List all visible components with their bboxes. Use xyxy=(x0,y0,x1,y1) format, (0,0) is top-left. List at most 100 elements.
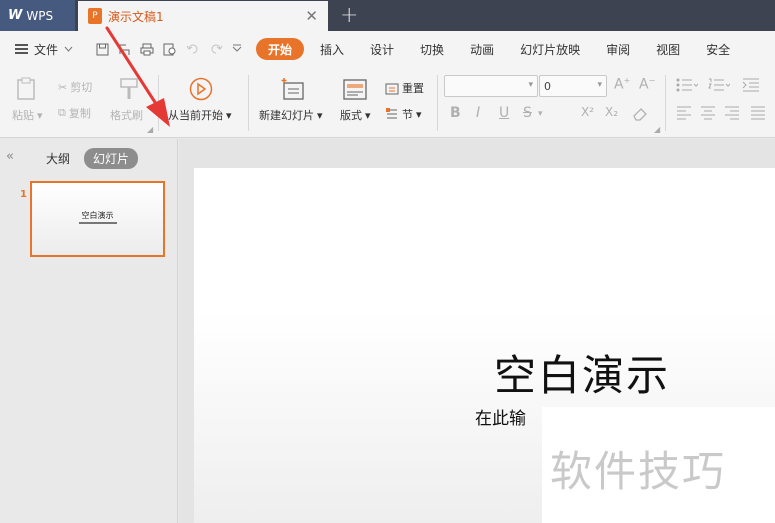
layout-icon xyxy=(343,79,367,100)
indent-icon[interactable] xyxy=(742,78,760,92)
chevron-down-icon: ▾ xyxy=(528,80,533,90)
undo-icon[interactable] xyxy=(186,43,200,55)
format-painter-label: 格式刷 xyxy=(110,109,143,122)
collapse-panel-icon[interactable]: « xyxy=(6,149,14,164)
decrease-font-icon[interactable]: A− xyxy=(639,76,655,93)
font-size-field[interactable]: 0 ▾ xyxy=(539,75,607,97)
menu-tab-review[interactable]: 审阅 xyxy=(596,38,640,60)
cut-button[interactable]: ✂ 剪切 xyxy=(58,79,92,95)
increase-font-icon[interactable]: A+ xyxy=(614,76,630,93)
chevron-down-icon[interactable]: ▾ xyxy=(538,109,543,119)
chevron-down-icon: ▾ xyxy=(317,108,323,122)
ribbon-divider xyxy=(248,75,249,131)
new-tab-icon[interactable]: + xyxy=(340,3,358,28)
menu-tab-design[interactable]: 设计 xyxy=(360,38,404,60)
align-left-icon[interactable] xyxy=(676,106,692,120)
menu-tab-animation[interactable]: 动画 xyxy=(460,38,504,60)
document-tab[interactable]: P 演示文稿1 ✕ xyxy=(78,1,328,31)
ribbon-divider xyxy=(665,75,666,131)
scissors-icon: ✂ xyxy=(58,80,68,94)
bullet-list-icon[interactable] xyxy=(676,78,698,92)
group-launcher-icon[interactable]: ◢ xyxy=(654,125,660,134)
file-menu-label: 文件 xyxy=(34,42,59,57)
eraser-icon[interactable] xyxy=(632,106,648,121)
play-from-current-button[interactable]: 从当前开始 ▾ xyxy=(168,107,232,123)
title-bar: W WPS P 演示文稿1 ✕ + xyxy=(0,0,775,31)
slide-subtitle[interactable]: 在此输 xyxy=(475,404,526,429)
layout-button[interactable]: 版式 ▾ xyxy=(340,107,371,123)
superscript-button[interactable]: X² xyxy=(581,105,594,119)
section-label: 节 xyxy=(402,108,413,121)
play-from-current-label: 从当前开始 xyxy=(168,109,223,122)
chevron-down-icon: ▾ xyxy=(416,107,422,121)
chevron-down-icon: ▾ xyxy=(226,108,232,122)
wps-home-tab[interactable]: W WPS xyxy=(0,0,75,31)
slide-title[interactable]: 空白演示 xyxy=(494,342,670,403)
document-tab-label: 演示文稿1 xyxy=(108,9,164,24)
hamburger-icon xyxy=(15,44,28,54)
ribbon-divider xyxy=(437,75,438,131)
new-slide-label: 新建幻灯片 xyxy=(259,109,314,122)
file-menu[interactable]: 文件 xyxy=(0,41,86,58)
strikethrough-button[interactable]: S xyxy=(523,105,532,121)
font-size-value: 0 xyxy=(544,79,551,93)
close-tab-icon[interactable]: ✕ xyxy=(305,7,318,25)
underline-button[interactable]: U xyxy=(499,105,509,121)
align-right-icon[interactable] xyxy=(724,106,740,120)
menu-tab-insert[interactable]: 插入 xyxy=(310,38,354,60)
italic-button[interactable]: I xyxy=(476,105,480,121)
tab-outline[interactable]: 大纲 xyxy=(46,150,70,167)
reset-label: 重置 xyxy=(402,82,424,95)
slide-navigation-panel: « 大纲 幻灯片 1 空白演示 xyxy=(0,139,178,523)
tab-slides[interactable]: 幻灯片 xyxy=(84,148,139,169)
menu-tab-transitions[interactable]: 切换 xyxy=(410,38,454,60)
presentation-doc-icon: P xyxy=(88,8,102,24)
cut-label: 剪切 xyxy=(70,81,93,94)
redo-icon[interactable] xyxy=(209,43,223,55)
save-icon[interactable] xyxy=(96,43,109,56)
numbered-list-icon[interactable] xyxy=(708,78,730,92)
section-button[interactable]: 节 ▾ xyxy=(385,106,422,122)
reset-icon xyxy=(385,83,399,94)
menu-tab-security[interactable]: 安全 xyxy=(696,38,740,60)
ribbon-toolbar: 粘贴 ▾ ✂ 剪切 ⧉ 复制 格式刷 ◢ 从当前开始 ▾ 新建幻灯片 ▾ 版式 ▾ 重置 节… xyxy=(0,67,775,138)
print-icon[interactable] xyxy=(140,43,154,56)
print-preview-icon[interactable] xyxy=(163,43,177,56)
new-slide-icon xyxy=(281,78,304,100)
menu-tab-view[interactable]: 视图 xyxy=(646,38,690,60)
chevron-down-icon xyxy=(64,46,73,52)
thumbnail-subtitle-line xyxy=(79,222,117,224)
menu-tab-home[interactable]: 开始 xyxy=(256,38,305,60)
watermark-text: 软件技巧 xyxy=(550,447,727,496)
quick-access-toolbar xyxy=(86,43,242,56)
ribbon-divider xyxy=(158,75,159,131)
play-icon xyxy=(189,77,213,101)
copy-icon: ⧉ xyxy=(58,106,66,119)
align-center-icon[interactable] xyxy=(700,106,716,120)
paste-icon xyxy=(17,77,35,100)
subscript-button[interactable]: X₂ xyxy=(605,105,618,119)
copy-button[interactable]: ⧉ 复制 xyxy=(58,105,91,121)
group-launcher-icon[interactable]: ◢ xyxy=(147,125,153,134)
customize-toolbar-icon[interactable] xyxy=(232,44,242,54)
chevron-down-icon: ▾ xyxy=(597,80,602,90)
format-painter-button[interactable]: 格式刷 xyxy=(110,107,143,123)
font-family-field[interactable]: ▾ xyxy=(444,75,538,97)
bold-button[interactable]: B xyxy=(450,105,461,121)
copy-label: 复制 xyxy=(68,107,91,120)
menu-tabs: 开始 插入 设计 切换 动画 幻灯片放映 审阅 视图 安全 xyxy=(256,38,746,60)
chevron-down-icon: ▾ xyxy=(365,108,371,122)
reset-button[interactable]: 重置 xyxy=(385,80,424,96)
wps-logo-icon: W xyxy=(8,8,23,23)
paste-label: 粘贴 xyxy=(12,109,34,122)
wps-tab-label: WPS xyxy=(26,8,54,23)
section-icon xyxy=(386,107,397,118)
menu-tab-slideshow[interactable]: 幻灯片放映 xyxy=(510,38,590,60)
layout-label: 版式 xyxy=(340,109,362,122)
export-pdf-icon[interactable] xyxy=(118,43,131,56)
paste-button[interactable]: 粘贴 ▾ xyxy=(12,107,43,123)
slide-number: 1 xyxy=(20,189,27,200)
slide-thumbnail[interactable]: 空白演示 xyxy=(30,181,165,257)
justify-icon[interactable] xyxy=(750,106,766,120)
new-slide-button[interactable]: 新建幻灯片 ▾ xyxy=(259,107,323,123)
